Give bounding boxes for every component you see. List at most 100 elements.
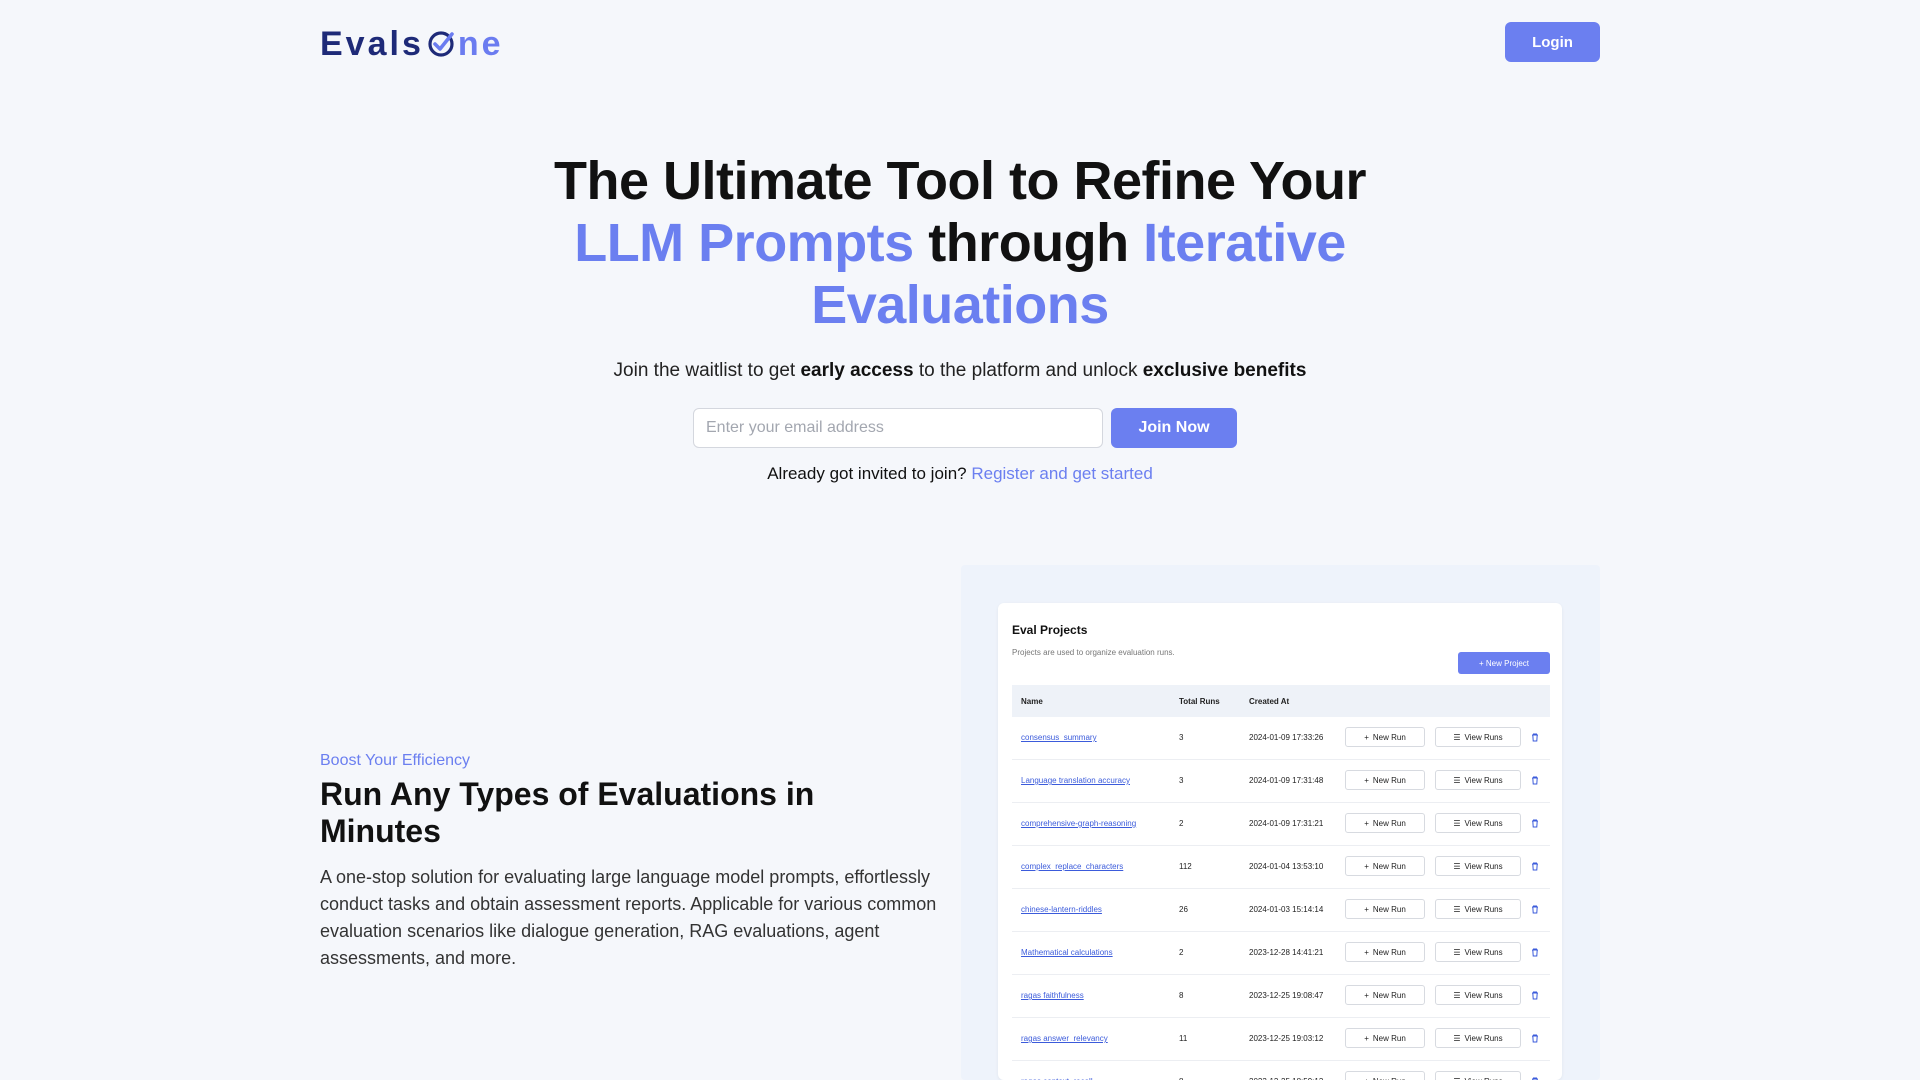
table-row: consensus_summary 3 2024-01-09 17:33:26 + Ne… xyxy=(1012,717,1550,760)
project-name-link[interactable]: chinese-lantern-riddles xyxy=(1021,905,1102,914)
feature-section: Boost Your Efficiency Run Any Types of E… xyxy=(320,752,940,972)
total-runs-value: 3 xyxy=(1179,776,1184,785)
trash-icon[interactable] xyxy=(1530,947,1540,957)
view-runs-label: View Runs xyxy=(1464,732,1503,742)
view-runs-button[interactable]: ☰View Runs xyxy=(1435,770,1521,790)
list-icon: ☰ xyxy=(1453,1033,1461,1043)
trash-icon[interactable] xyxy=(1530,861,1540,871)
view-runs-button[interactable]: ☰View Runs xyxy=(1435,942,1521,962)
new-run-label: New Run xyxy=(1372,1033,1406,1043)
site-header: Evals ne Login xyxy=(0,0,1920,86)
trash-icon[interactable] xyxy=(1530,775,1540,785)
view-runs-label: View Runs xyxy=(1464,1033,1503,1043)
view-runs-button[interactable]: ☰View Runs xyxy=(1435,899,1521,919)
list-icon: ☰ xyxy=(1453,947,1461,957)
created-at-value: 2024-01-03 15:14:14 xyxy=(1249,905,1324,914)
hero-subtitle: Join the waitlist to get early access to… xyxy=(460,360,1460,382)
new-project-button[interactable]: + New Project xyxy=(1458,652,1550,674)
created-at-value: 2023-12-28 14:41:21 xyxy=(1249,948,1324,957)
plus-icon: + xyxy=(1364,947,1369,957)
evalsone-logo[interactable]: Evals ne xyxy=(320,22,504,66)
trash-icon[interactable] xyxy=(1530,818,1540,828)
project-name-link[interactable]: Language translation accuracy xyxy=(1021,776,1130,785)
created-at-value: 2024-01-09 17:31:21 xyxy=(1249,819,1324,828)
column-header-created-at: Created At xyxy=(1249,696,1290,706)
view-runs-label: View Runs xyxy=(1464,775,1503,785)
waitlist-form: Join Now xyxy=(693,408,1237,450)
new-run-button[interactable]: +New Run xyxy=(1345,942,1425,962)
trash-icon[interactable] xyxy=(1530,1033,1540,1043)
join-now-button[interactable]: Join Now xyxy=(1111,408,1237,448)
logo-text-tail: ne xyxy=(457,24,504,63)
total-runs-value: 112 xyxy=(1179,862,1192,871)
new-run-button[interactable]: +New Run xyxy=(1345,985,1425,1005)
new-run-label: New Run xyxy=(1372,947,1406,957)
list-icon: ☰ xyxy=(1453,1077,1460,1080)
trash-icon[interactable] xyxy=(1530,990,1540,1000)
new-run-button[interactable]: +New Run xyxy=(1345,770,1425,790)
created-at-value: 2023-12-25 19:03:12 xyxy=(1249,1034,1324,1043)
table-header: Name Total Runs Created At xyxy=(1012,685,1550,717)
project-name-link[interactable]: ragas answer_relevancy xyxy=(1021,1034,1108,1043)
created-at-value: 2023-12-25 19:08:47 xyxy=(1249,991,1324,1000)
new-run-button[interactable]: +New Run xyxy=(1345,899,1425,919)
trash-icon[interactable] xyxy=(1530,732,1540,742)
list-icon: ☰ xyxy=(1453,990,1461,1000)
new-run-button[interactable]: +New Run xyxy=(1345,727,1425,747)
view-runs-button[interactable]: ☰View Runs xyxy=(1435,1028,1521,1048)
new-run-label: New Run xyxy=(1372,732,1406,742)
view-runs-button[interactable]: ☰View Runs xyxy=(1435,985,1521,1005)
plus-icon: + xyxy=(1364,861,1369,871)
new-run-label: New Run xyxy=(1372,818,1406,828)
feature-eyebrow: Boost Your Efficiency xyxy=(320,752,471,769)
view-runs-label: View Runs xyxy=(1464,861,1503,871)
trash-icon[interactable] xyxy=(1530,1076,1540,1080)
new-run-label: New Run xyxy=(1373,1077,1406,1080)
new-run-button[interactable]: +New Run xyxy=(1345,856,1425,876)
view-runs-button[interactable]: ☰View Runs xyxy=(1435,1071,1521,1080)
plus-icon: + xyxy=(1364,732,1369,742)
list-icon: ☰ xyxy=(1453,861,1461,871)
total-runs-value: 8 xyxy=(1179,991,1184,1000)
created-at-value: 2024-01-04 13:53:10 xyxy=(1249,862,1324,871)
hero-sub-early-access: early access xyxy=(800,360,914,381)
hero-title: The Ultimate Tool to Refine Your LLM Pro… xyxy=(460,150,1460,336)
email-input[interactable] xyxy=(693,408,1103,448)
view-runs-label: View Runs xyxy=(1464,947,1503,957)
register-link[interactable]: Register and get started xyxy=(971,464,1152,483)
total-runs-value: 2 xyxy=(1179,819,1184,828)
plus-icon: + xyxy=(1364,904,1369,914)
hero-title-through: through xyxy=(928,213,1129,273)
feature-title: Run Any Types of Evaluations in Minutes xyxy=(320,776,815,849)
plus-icon: + xyxy=(1364,990,1369,1000)
list-icon: ☰ xyxy=(1453,775,1461,785)
view-runs-button[interactable]: ☰View Runs xyxy=(1435,727,1521,747)
hero-title-accent-llm-prompts: LLM Prompts xyxy=(574,213,914,273)
new-run-button[interactable]: +New Run xyxy=(1345,1028,1425,1048)
new-run-button[interactable]: +New Run xyxy=(1345,813,1425,833)
view-runs-label: View Runs xyxy=(1464,904,1503,914)
new-run-label: New Run xyxy=(1372,861,1406,871)
table-row: Language translation accuracy 3 2024-01-09… xyxy=(1012,760,1550,803)
total-runs-value: 26 xyxy=(1179,905,1188,914)
table-row: Mathematical calculations 2 2023-12-28 14:… xyxy=(1012,932,1550,975)
table-row: complex_replace_characters 112 2024-01-04 … xyxy=(1012,846,1550,889)
hero-section: The Ultimate Tool to Refine Your LLM Pro… xyxy=(460,150,1460,382)
table-row: comprehensive-graph-reasoning 2 2024-01-09… xyxy=(1012,803,1550,846)
view-runs-button[interactable]: ☰View Runs xyxy=(1435,813,1521,833)
view-runs-label: View Runs xyxy=(1464,990,1503,1000)
new-run-button[interactable]: +New Run xyxy=(1345,1071,1425,1080)
hero-sub-exclusive-benefits: exclusive benefits xyxy=(1142,360,1307,381)
hero-sub-mid: to the platform and unlock xyxy=(913,360,1143,381)
project-name-link[interactable]: complex_replace_characters xyxy=(1021,862,1123,871)
login-button[interactable]: Login xyxy=(1505,22,1600,62)
new-run-label: New Run xyxy=(1372,775,1406,785)
project-name-link[interactable]: Mathematical calculations xyxy=(1021,948,1113,957)
view-runs-button[interactable]: ☰View Runs xyxy=(1435,856,1521,876)
trash-icon[interactable] xyxy=(1530,904,1540,914)
project-name-link[interactable]: comprehensive-graph-reasoning xyxy=(1021,819,1136,828)
plus-icon: + xyxy=(1364,1033,1369,1043)
list-icon: ☰ xyxy=(1453,904,1461,914)
project-name-link[interactable]: consensus_summary xyxy=(1021,733,1097,742)
project-name-link[interactable]: ragas faithfulness xyxy=(1021,991,1084,1000)
